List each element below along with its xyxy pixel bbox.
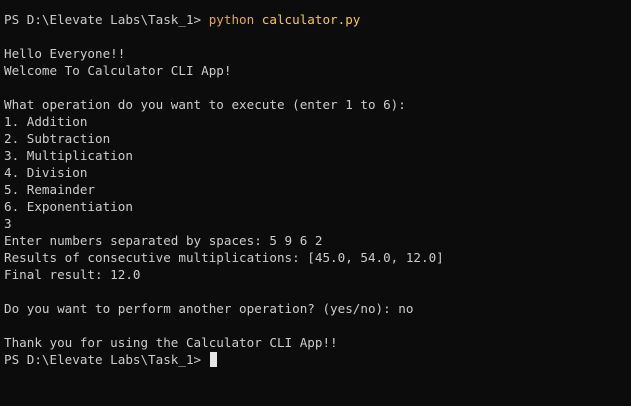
menu-option-subtraction: 2. Subtraction — [4, 131, 111, 146]
menu-option-addition: 1. Addition — [4, 114, 88, 129]
output-line-results: Results of consecutive multiplications: … — [4, 250, 444, 265]
terminal-window[interactable]: PS D:\Elevate Labs\Task_1> python calcul… — [0, 0, 631, 406]
output-line-numbers-input: Enter numbers separated by spaces: 5 9 6… — [4, 233, 323, 248]
command-program: python — [208, 12, 255, 27]
prompt-path: PS D:\Elevate Labs\Task_1> — [4, 12, 209, 27]
command-argument: calculator.py — [254, 12, 361, 27]
menu-option-multiplication: 3. Multiplication — [4, 148, 133, 163]
menu-option-exponentiation: 6. Exponentiation — [4, 199, 133, 214]
output-line-continue-prompt: Do you want to perform another operation… — [4, 301, 414, 316]
text-cursor — [209, 352, 217, 367]
output-line-greeting: Hello Everyone!! — [4, 46, 126, 61]
output-line-thank-you: Thank you for using the Calculator CLI A… — [4, 335, 338, 350]
output-line-blank — [4, 317, 631, 334]
user-input-choice: 3 — [4, 216, 12, 231]
output-line-blank — [4, 28, 631, 45]
output-line-welcome: Welcome To Calculator CLI App! — [4, 63, 232, 78]
menu-option-remainder: 5. Remainder — [4, 182, 95, 197]
prompt-path: PS D:\Elevate Labs\Task_1> — [4, 352, 209, 367]
output-line-final-result: Final result: 12.0 — [4, 267, 141, 282]
command-prompt-line: PS D:\Elevate Labs\Task_1> python calcul… — [4, 11, 631, 28]
output-line-blank — [4, 283, 631, 300]
output-line-operation-prompt: What operation do you want to execute (e… — [4, 97, 406, 112]
output-line-blank — [4, 79, 631, 96]
command-prompt-line-active[interactable]: PS D:\Elevate Labs\Task_1> — [4, 351, 631, 368]
menu-option-division: 4. Division — [4, 165, 88, 180]
